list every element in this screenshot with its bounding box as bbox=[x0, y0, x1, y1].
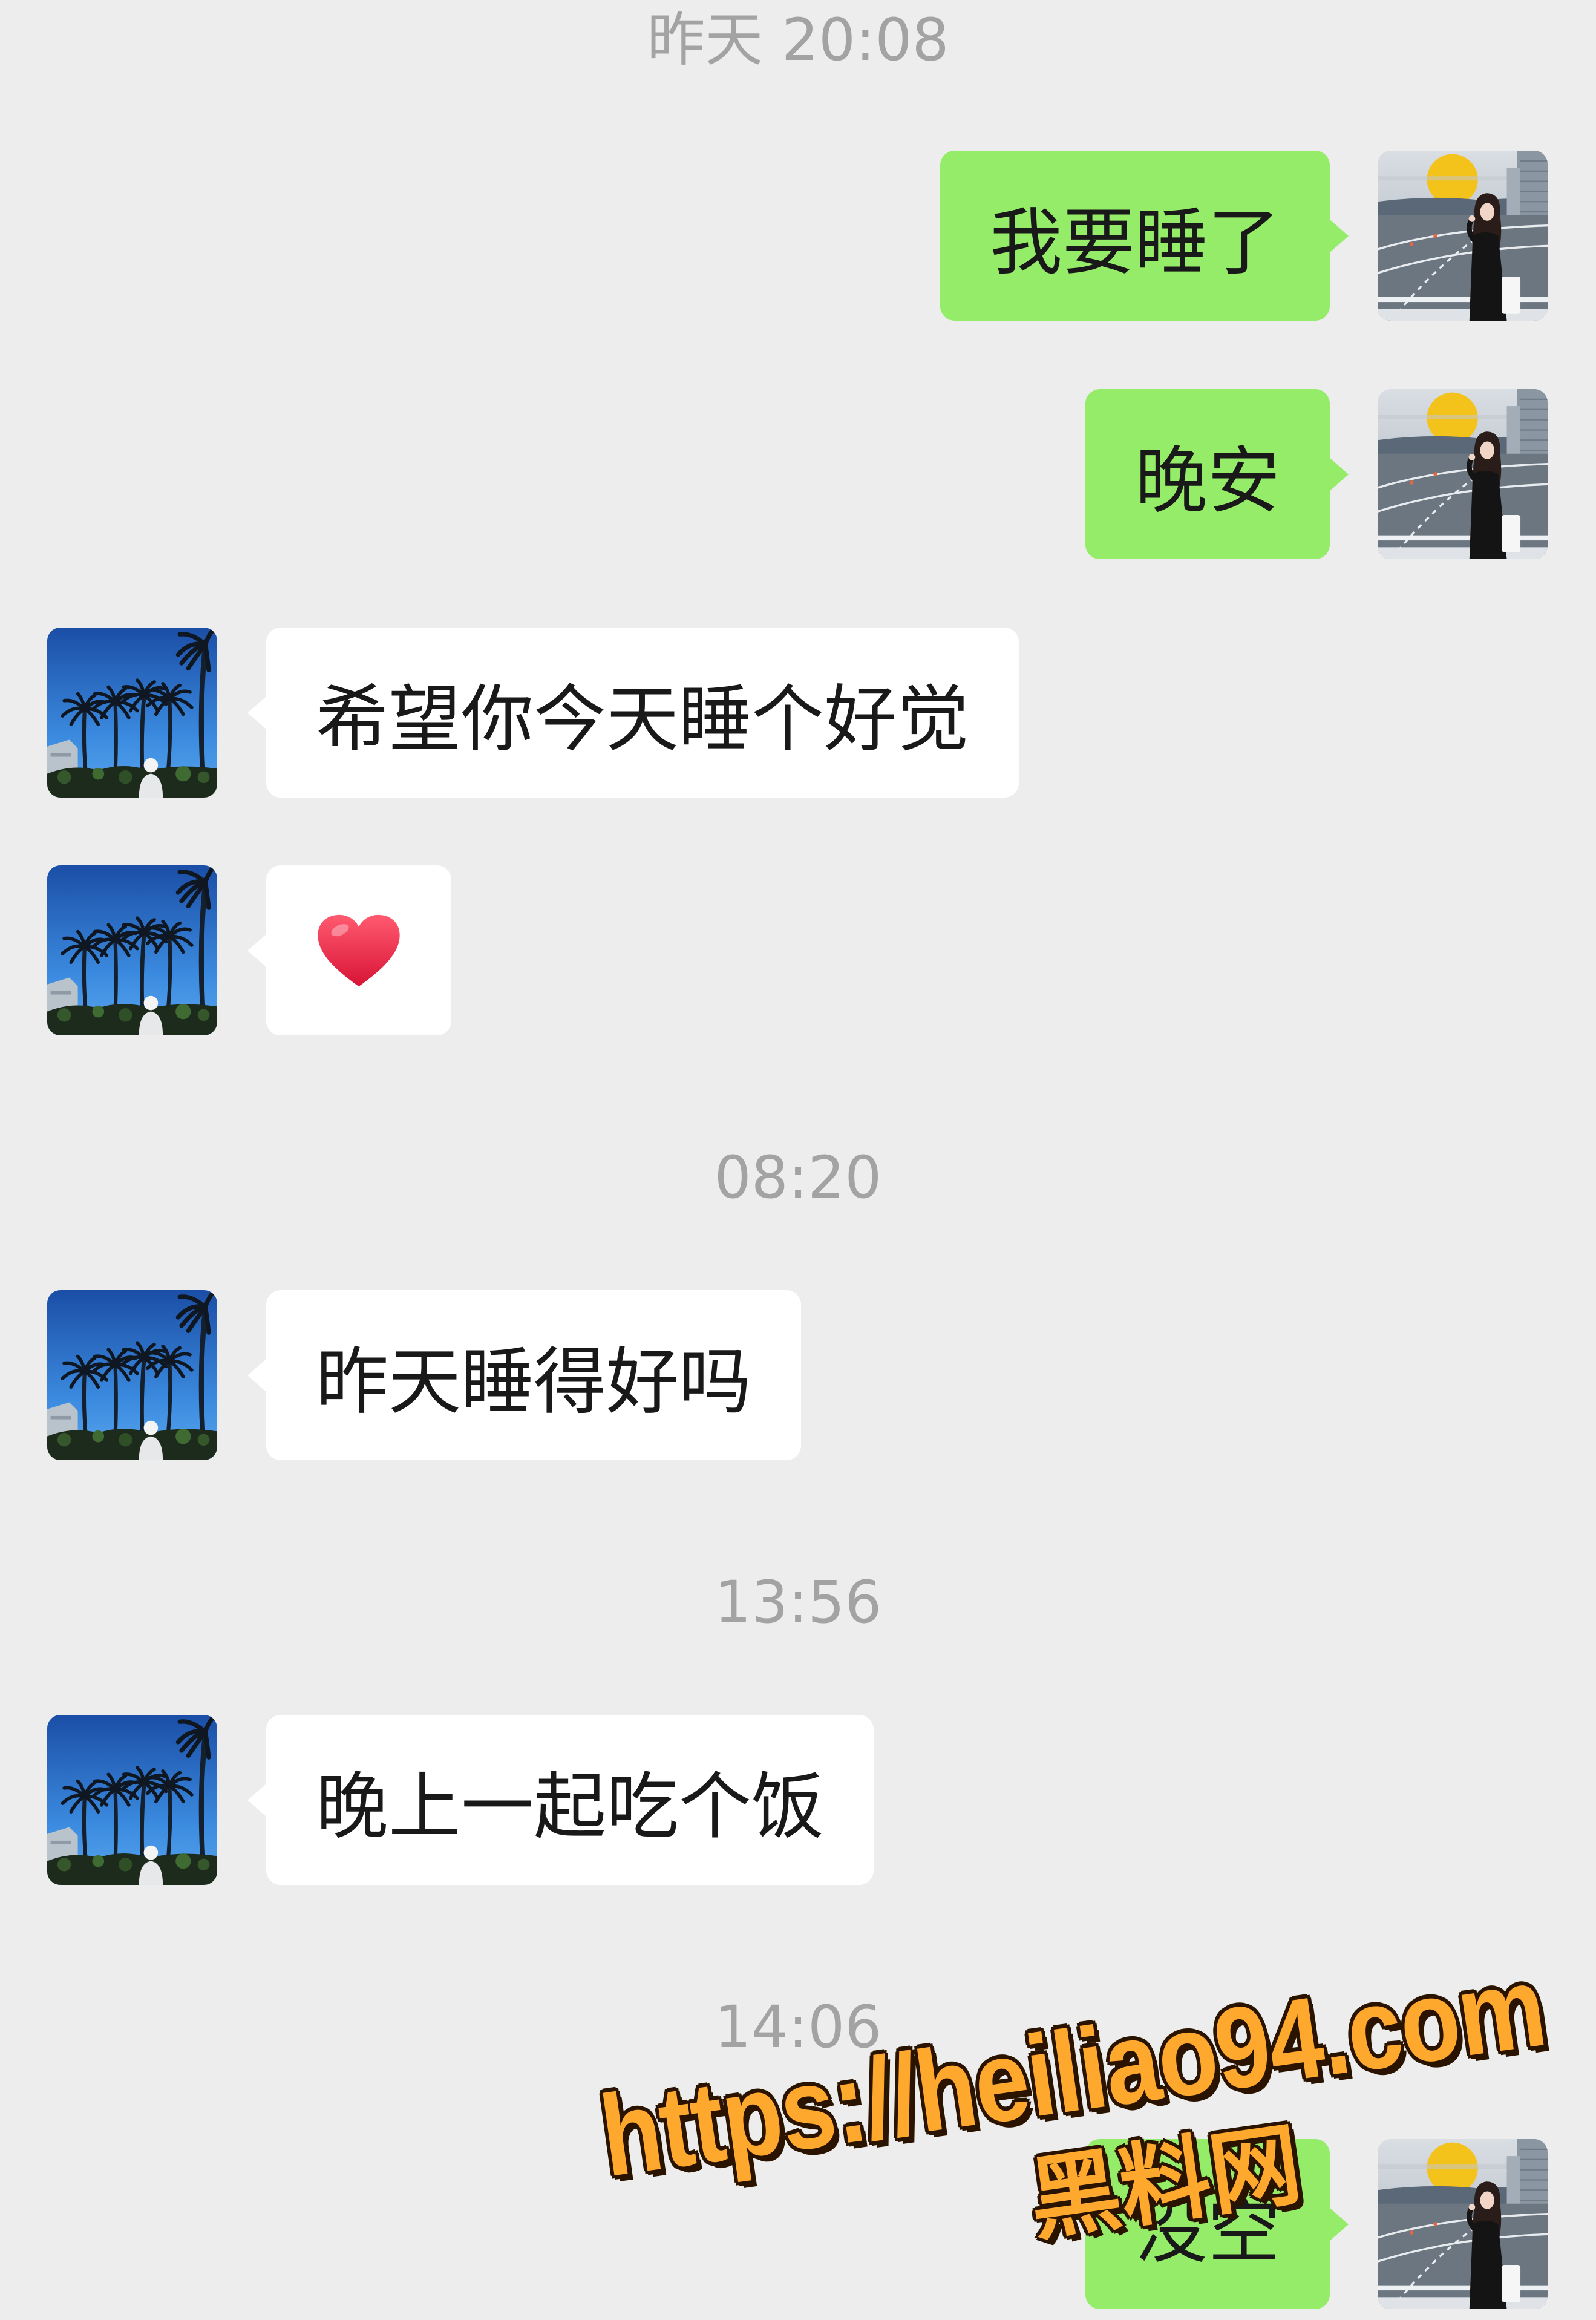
outgoing-message-bubble[interactable]: 我要睡了 bbox=[940, 151, 1330, 321]
user-avatar[interactable] bbox=[1378, 151, 1548, 321]
chat-timestamp: 08:20 bbox=[714, 1144, 882, 1211]
user-avatar-image bbox=[1378, 389, 1548, 559]
heart-emoji bbox=[318, 914, 400, 986]
user-avatar[interactable] bbox=[1378, 2139, 1548, 2309]
contact-avatar[interactable] bbox=[47, 628, 217, 798]
chat-timestamp: 13:56 bbox=[714, 1568, 882, 1636]
incoming-message-bubble[interactable]: 晚上一起吃个饭 bbox=[266, 1715, 874, 1885]
incoming-emoji-bubble[interactable] bbox=[266, 865, 451, 1035]
contact-avatar[interactable] bbox=[47, 1290, 217, 1460]
message-text: 晚安 bbox=[1135, 439, 1280, 523]
message-row-incoming: 昨天睡得好吗 bbox=[0, 1290, 1596, 1460]
incoming-message-bubble[interactable]: 希望你今天睡个好觉 bbox=[266, 628, 1019, 798]
contact-avatar-image bbox=[47, 1715, 217, 1885]
message-row-incoming: 晚上一起吃个饭 bbox=[0, 1715, 1596, 1885]
chat-timestamp: 昨天 20:08 bbox=[647, 6, 949, 74]
message-text: 我要睡了 bbox=[990, 200, 1280, 285]
contact-avatar-image bbox=[47, 865, 217, 1035]
message-row-incoming bbox=[0, 865, 1596, 1035]
user-avatar[interactable] bbox=[1378, 389, 1548, 559]
outgoing-message-bubble[interactable]: 晚安 bbox=[1085, 389, 1330, 559]
contact-avatar[interactable] bbox=[47, 1715, 217, 1885]
incoming-message-bubble[interactable]: 昨天睡得好吗 bbox=[266, 1290, 801, 1460]
message-text: 昨天睡得好吗 bbox=[316, 1340, 751, 1424]
contact-avatar-image bbox=[47, 628, 217, 798]
contact-avatar-image bbox=[47, 1290, 217, 1460]
message-row-outgoing: 晚安 bbox=[0, 389, 1596, 559]
message-row-incoming: 希望你今天睡个好觉 bbox=[0, 628, 1596, 798]
message-text: 希望你今天睡个好觉 bbox=[316, 677, 969, 762]
contact-avatar[interactable] bbox=[47, 865, 217, 1035]
user-avatar-image bbox=[1378, 151, 1548, 321]
message-text: 晚上一起吃个饭 bbox=[316, 1765, 824, 1849]
message-row-outgoing: 我要睡了 bbox=[0, 151, 1596, 321]
user-avatar-image bbox=[1378, 2139, 1548, 2309]
